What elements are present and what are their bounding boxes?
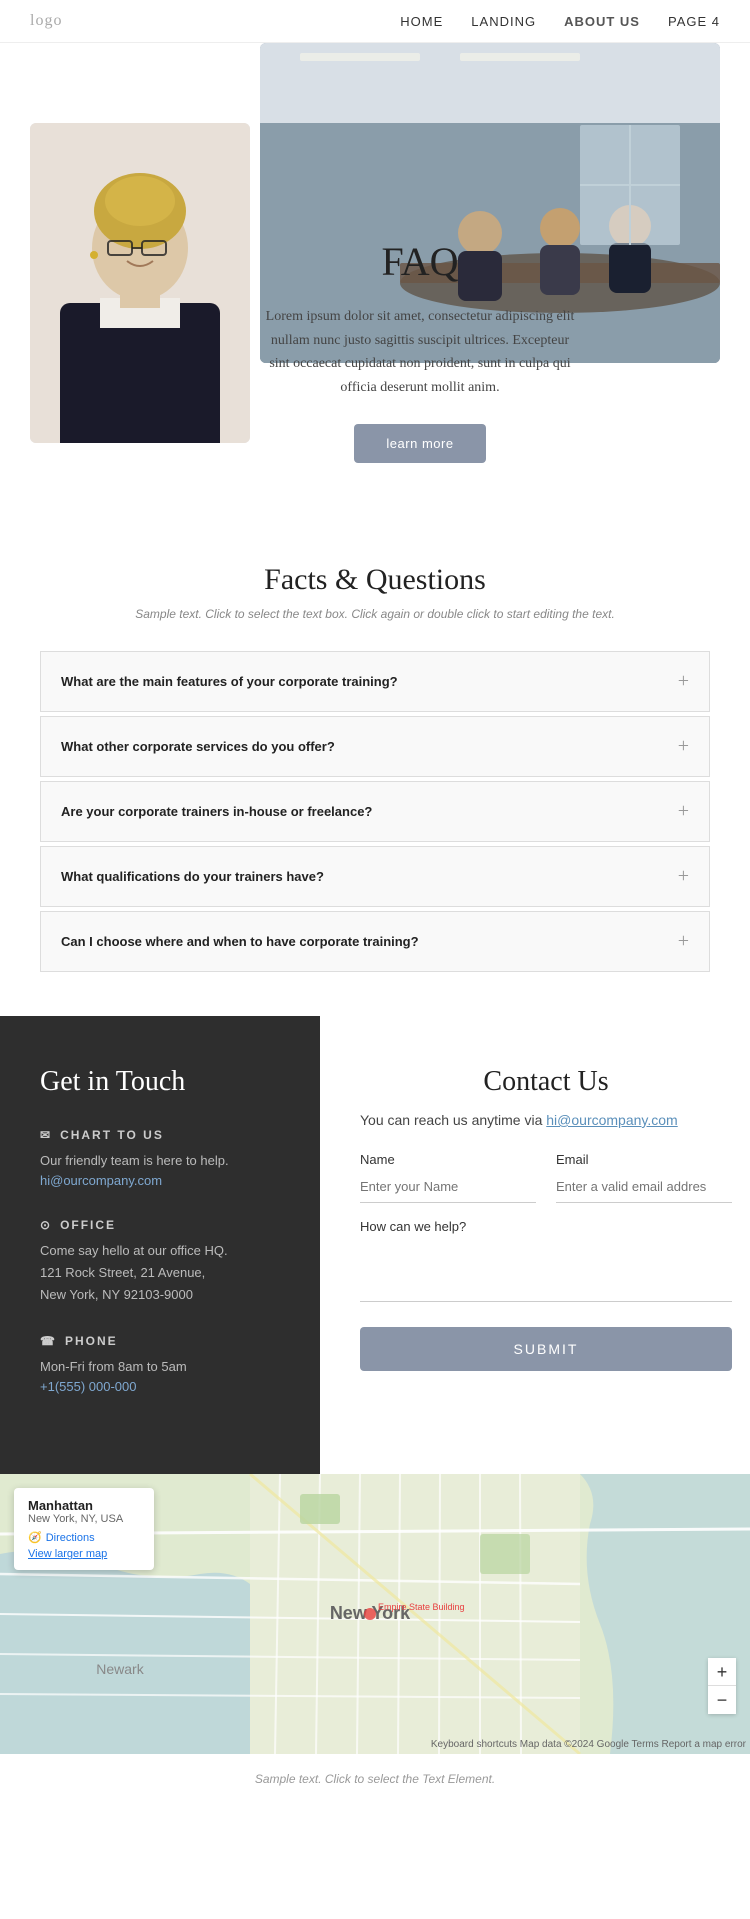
map-place-addr: New York, NY, USA bbox=[28, 1513, 140, 1525]
office-addr1: 121 Rock Street, 21 Avenue, bbox=[40, 1262, 280, 1284]
hero-section: FAQ Lorem ipsum dolor sit amet, consecte… bbox=[0, 43, 750, 503]
office-title: ⊙ OFFICE bbox=[40, 1218, 280, 1232]
contact-form-panel: Contact Us You can reach us anytime via … bbox=[320, 1016, 750, 1474]
office-addr2: New York, NY 92103-9000 bbox=[40, 1284, 280, 1306]
office-desc: Come say hello at our office HQ. bbox=[40, 1240, 280, 1262]
contact-form-title: Contact Us bbox=[360, 1066, 732, 1098]
hero-portrait-image bbox=[30, 123, 250, 443]
faq-section: Facts & Questions Sample text. Click to … bbox=[0, 503, 750, 1016]
nav-links: HOME LANDING ABOUT US PAGE 4 bbox=[400, 14, 720, 29]
chart-to-us-block: ✉ CHART TO US Our friendly team is here … bbox=[40, 1128, 280, 1190]
faq-item[interactable]: What are the main features of your corpo… bbox=[40, 651, 710, 712]
faq-item[interactable]: What other corporate services do you off… bbox=[40, 716, 710, 777]
chart-email-link[interactable]: hi@ourcompany.com bbox=[40, 1173, 162, 1188]
how-help-textarea[interactable] bbox=[360, 1242, 732, 1302]
map-popup: Manhattan New York, NY, USA 🧭 Directions… bbox=[14, 1488, 154, 1570]
map-zoom-controls: + − bbox=[708, 1658, 736, 1714]
email-field-group: Email bbox=[556, 1152, 732, 1203]
faq-question-4: What qualifications do your trainers hav… bbox=[61, 869, 324, 884]
map-attribution: Keyboard shortcuts Map data ©2024 Google… bbox=[431, 1739, 746, 1750]
nav-about-us[interactable]: ABOUT US bbox=[564, 14, 640, 29]
name-field-group: Name bbox=[360, 1152, 536, 1203]
faq-item[interactable]: Can I choose where and when to have corp… bbox=[40, 911, 710, 972]
faq-question-1: What are the main features of your corpo… bbox=[61, 674, 398, 689]
map-place-name: Manhattan bbox=[28, 1498, 140, 1513]
footer-sample-text: Sample text. Click to select the Text El… bbox=[255, 1772, 495, 1786]
hero-title: FAQ bbox=[260, 238, 580, 285]
faq-list: What are the main features of your corpo… bbox=[40, 651, 710, 972]
email-label: Email bbox=[556, 1152, 732, 1167]
submit-button[interactable]: SUBMIT bbox=[360, 1327, 732, 1371]
faq-item[interactable]: Are your corporate trainers in-house or … bbox=[40, 781, 710, 842]
faq-plus-icon-1: + bbox=[678, 670, 689, 693]
faq-plus-icon-3: + bbox=[678, 800, 689, 823]
faq-title: Facts & Questions bbox=[40, 563, 710, 597]
location-icon: ⊙ bbox=[40, 1218, 52, 1232]
logo: logo bbox=[30, 12, 62, 30]
faq-plus-icon-4: + bbox=[678, 865, 689, 888]
learn-more-button[interactable]: learn more bbox=[354, 424, 485, 463]
chart-desc: Our friendly team is here to help. bbox=[40, 1150, 280, 1172]
faq-question-5: Can I choose where and when to have corp… bbox=[61, 934, 419, 949]
chart-title: ✉ CHART TO US bbox=[40, 1128, 280, 1142]
contact-section: Get in Touch ✉ CHART TO US Our friendly … bbox=[0, 1016, 750, 1474]
nav-landing[interactable]: LANDING bbox=[471, 14, 536, 29]
faq-question-2: What other corporate services do you off… bbox=[61, 739, 335, 754]
hero-body: Lorem ipsum dolor sit amet, consectetur … bbox=[260, 305, 580, 400]
nav-page4[interactable]: PAGE 4 bbox=[668, 14, 720, 29]
faq-question-3: Are your corporate trainers in-house or … bbox=[61, 804, 372, 819]
faq-plus-icon-5: + bbox=[678, 930, 689, 953]
map-section: New York Newark Empire State Building Ma… bbox=[0, 1474, 750, 1754]
zoom-out-button[interactable]: − bbox=[708, 1686, 736, 1714]
phone-block: ☎ PHONE Mon-Fri from 8am to 5am +1(555) … bbox=[40, 1334, 280, 1396]
zoom-in-button[interactable]: + bbox=[708, 1658, 736, 1686]
larger-map-link[interactable]: View larger map bbox=[28, 1548, 140, 1560]
faq-item[interactable]: What qualifications do your trainers hav… bbox=[40, 846, 710, 907]
how-help-label: How can we help? bbox=[360, 1219, 732, 1234]
map-background: New York Newark Empire State Building Ma… bbox=[0, 1474, 750, 1754]
office-block: ⊙ OFFICE Come say hello at our office HQ… bbox=[40, 1218, 280, 1306]
portrait-svg bbox=[30, 123, 250, 443]
get-in-touch-title: Get in Touch bbox=[40, 1066, 280, 1098]
phone-title: ☎ PHONE bbox=[40, 1334, 280, 1348]
contact-email-link[interactable]: hi@ourcompany.com bbox=[546, 1112, 677, 1128]
faq-subtitle: Sample text. Click to select the text bo… bbox=[40, 607, 710, 621]
form-row-name-email: Name Email bbox=[360, 1152, 732, 1203]
contact-intro: You can reach us anytime via hi@ourcompa… bbox=[360, 1112, 732, 1128]
directions-icon: 🧭 bbox=[28, 1531, 42, 1544]
navbar: logo HOME LANDING ABOUT US PAGE 4 bbox=[0, 0, 750, 43]
svg-text:Newark: Newark bbox=[96, 1661, 144, 1677]
get-in-touch-panel: Get in Touch ✉ CHART TO US Our friendly … bbox=[0, 1016, 320, 1474]
name-label: Name bbox=[360, 1152, 536, 1167]
name-input[interactable] bbox=[360, 1171, 536, 1203]
directions-button[interactable]: 🧭 Directions bbox=[28, 1531, 95, 1544]
how-help-group: How can we help? bbox=[360, 1219, 732, 1307]
nav-home[interactable]: HOME bbox=[400, 14, 443, 29]
svg-text:Empire State Building: Empire State Building bbox=[378, 1602, 465, 1612]
phone-number-link[interactable]: +1(555) 000-000 bbox=[40, 1379, 137, 1394]
faq-plus-icon-2: + bbox=[678, 735, 689, 758]
email-input[interactable] bbox=[556, 1171, 732, 1203]
envelope-icon: ✉ bbox=[40, 1128, 52, 1142]
phone-hours: Mon-Fri from 8am to 5am bbox=[40, 1356, 280, 1378]
phone-icon: ☎ bbox=[40, 1334, 57, 1348]
hero-content: FAQ Lorem ipsum dolor sit amet, consecte… bbox=[260, 238, 580, 463]
footer: Sample text. Click to select the Text El… bbox=[0, 1754, 750, 1804]
